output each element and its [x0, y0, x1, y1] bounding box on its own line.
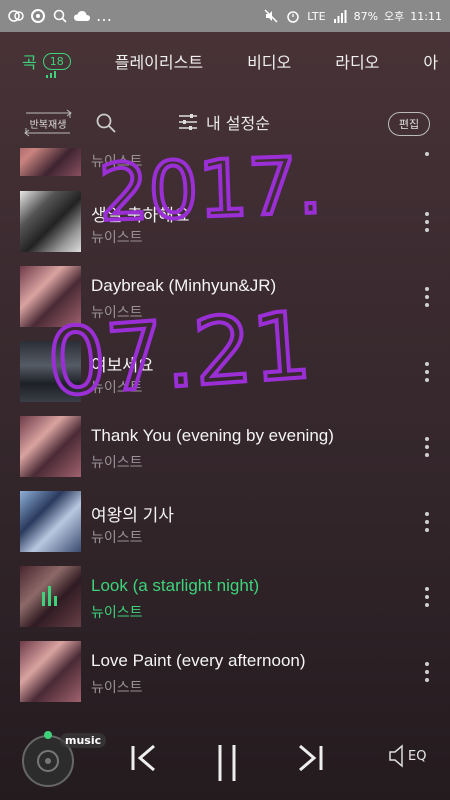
more-options-icon[interactable] — [424, 212, 430, 232]
song-title: Thank You (evening by evening) — [91, 426, 334, 445]
song-title: 여왕의 기사 — [91, 506, 174, 525]
song-item[interactable]: 뉴이스트 — [0, 148, 450, 185]
music-notification-icon — [30, 8, 46, 24]
song-title: Daybreak (Minhyun&JR) — [91, 276, 277, 295]
music-label: music — [60, 733, 107, 748]
pause-icon — [218, 745, 236, 781]
album-art — [20, 566, 81, 627]
network-type: LTE — [307, 9, 326, 23]
list-toolbar: 반복재생 내 설정순 편집 — [0, 104, 450, 142]
equalizer-bars-icon — [46, 71, 56, 78]
mini-player: music EQ — [0, 715, 450, 800]
tab-radio[interactable]: 라디오 — [335, 49, 379, 73]
sort-label: 내 설정순 — [206, 114, 270, 133]
more-options-icon[interactable] — [424, 587, 430, 607]
more-options-icon[interactable] — [424, 437, 430, 457]
more-options-icon[interactable] — [424, 662, 430, 682]
sliders-icon — [179, 114, 197, 130]
song-artist: 뉴이스트 — [91, 380, 143, 396]
song-item[interactable]: Love Paint (every afternoon) 뉴이스트 — [0, 636, 450, 711]
tab-video[interactable]: 비디오 — [247, 49, 291, 73]
status-bar: … LTE 87% 오후 11:11 — [0, 0, 450, 32]
song-item[interactable]: Daybreak (Minhyun&JR) 뉴이스트 — [0, 261, 450, 336]
next-button[interactable] — [296, 743, 324, 777]
app-notification-icon — [8, 8, 24, 24]
more-options-icon[interactable] — [424, 148, 430, 156]
battery-level: 87% — [353, 9, 379, 23]
song-title: Love Paint (every afternoon) — [91, 651, 306, 670]
song-title: 생일 축하해요 — [91, 206, 190, 225]
music-status-dot — [44, 731, 52, 739]
song-title: Look (a starlight night) — [91, 576, 260, 595]
more-options-icon[interactable] — [424, 362, 430, 382]
eq-label: EQ — [408, 748, 427, 764]
search-notification-icon — [52, 8, 68, 24]
speaker-icon — [389, 744, 403, 768]
song-artist: 뉴이스트 — [91, 230, 143, 246]
song-item[interactable]: Thank You (evening by evening) 뉴이스트 — [0, 411, 450, 486]
song-list: 뉴이스트 생일 축하해요 뉴이스트 Daybreak (Minhyun&JR) … — [0, 148, 450, 713]
tab-playlist[interactable]: 플레이리스트 — [115, 49, 203, 73]
category-tabs: 곡 18 플레이리스트 비디오 라디오 아 — [0, 32, 450, 90]
tab-songs-label: 곡 — [22, 53, 37, 72]
signal-icon — [332, 8, 348, 24]
song-artist: 뉴이스트 — [91, 530, 143, 546]
album-art — [20, 148, 81, 176]
previous-button[interactable] — [130, 743, 158, 777]
tab-songs-count-badge: 18 — [42, 52, 71, 70]
alarm-icon — [285, 8, 301, 24]
album-art — [20, 416, 81, 477]
search-icon — [96, 113, 116, 133]
song-item-now-playing[interactable]: Look (a starlight night) 뉴이스트 — [0, 561, 450, 636]
eq-button[interactable]: EQ — [388, 743, 426, 769]
song-item[interactable]: 여보세요 뉴이스트 — [0, 336, 450, 411]
more-options-icon[interactable] — [424, 512, 430, 532]
song-item[interactable]: 생일 축하해요 뉴이스트 — [0, 186, 450, 261]
song-artist: 뉴이스트 — [91, 605, 143, 621]
ampm: 오후 — [384, 10, 405, 23]
song-item[interactable]: 여왕의 기사 뉴이스트 — [0, 486, 450, 561]
tab-songs[interactable]: 곡 18 — [22, 49, 71, 78]
next-icon — [299, 744, 323, 772]
now-playing-equalizer-icon — [20, 566, 81, 627]
more-options-icon[interactable] — [424, 287, 430, 307]
edit-button[interactable]: 편집 — [388, 112, 430, 136]
album-art — [20, 266, 81, 327]
album-art — [20, 191, 81, 252]
more-notifications-icon: … — [96, 6, 113, 25]
previous-icon — [131, 744, 155, 772]
mute-icon — [263, 8, 279, 24]
album-art — [20, 491, 81, 552]
tab-more[interactable]: 아 — [423, 49, 438, 73]
cloud-icon — [74, 8, 90, 24]
clock: 11:11 — [410, 9, 442, 23]
album-art — [20, 641, 81, 702]
sort-button[interactable]: 내 설정순 — [178, 110, 270, 134]
song-artist: 뉴이스트 — [91, 680, 143, 696]
song-title: 여보세요 — [91, 356, 154, 375]
repeat-label: 반복재생 — [29, 119, 67, 131]
pause-button[interactable] — [214, 743, 240, 787]
song-artist: 뉴이스트 — [91, 154, 143, 170]
song-artist: 뉴이스트 — [91, 455, 143, 471]
song-artist: 뉴이스트 — [91, 305, 143, 321]
album-art — [20, 341, 81, 402]
search-button[interactable] — [95, 112, 117, 138]
repeat-button[interactable]: 반복재생 — [20, 108, 76, 138]
